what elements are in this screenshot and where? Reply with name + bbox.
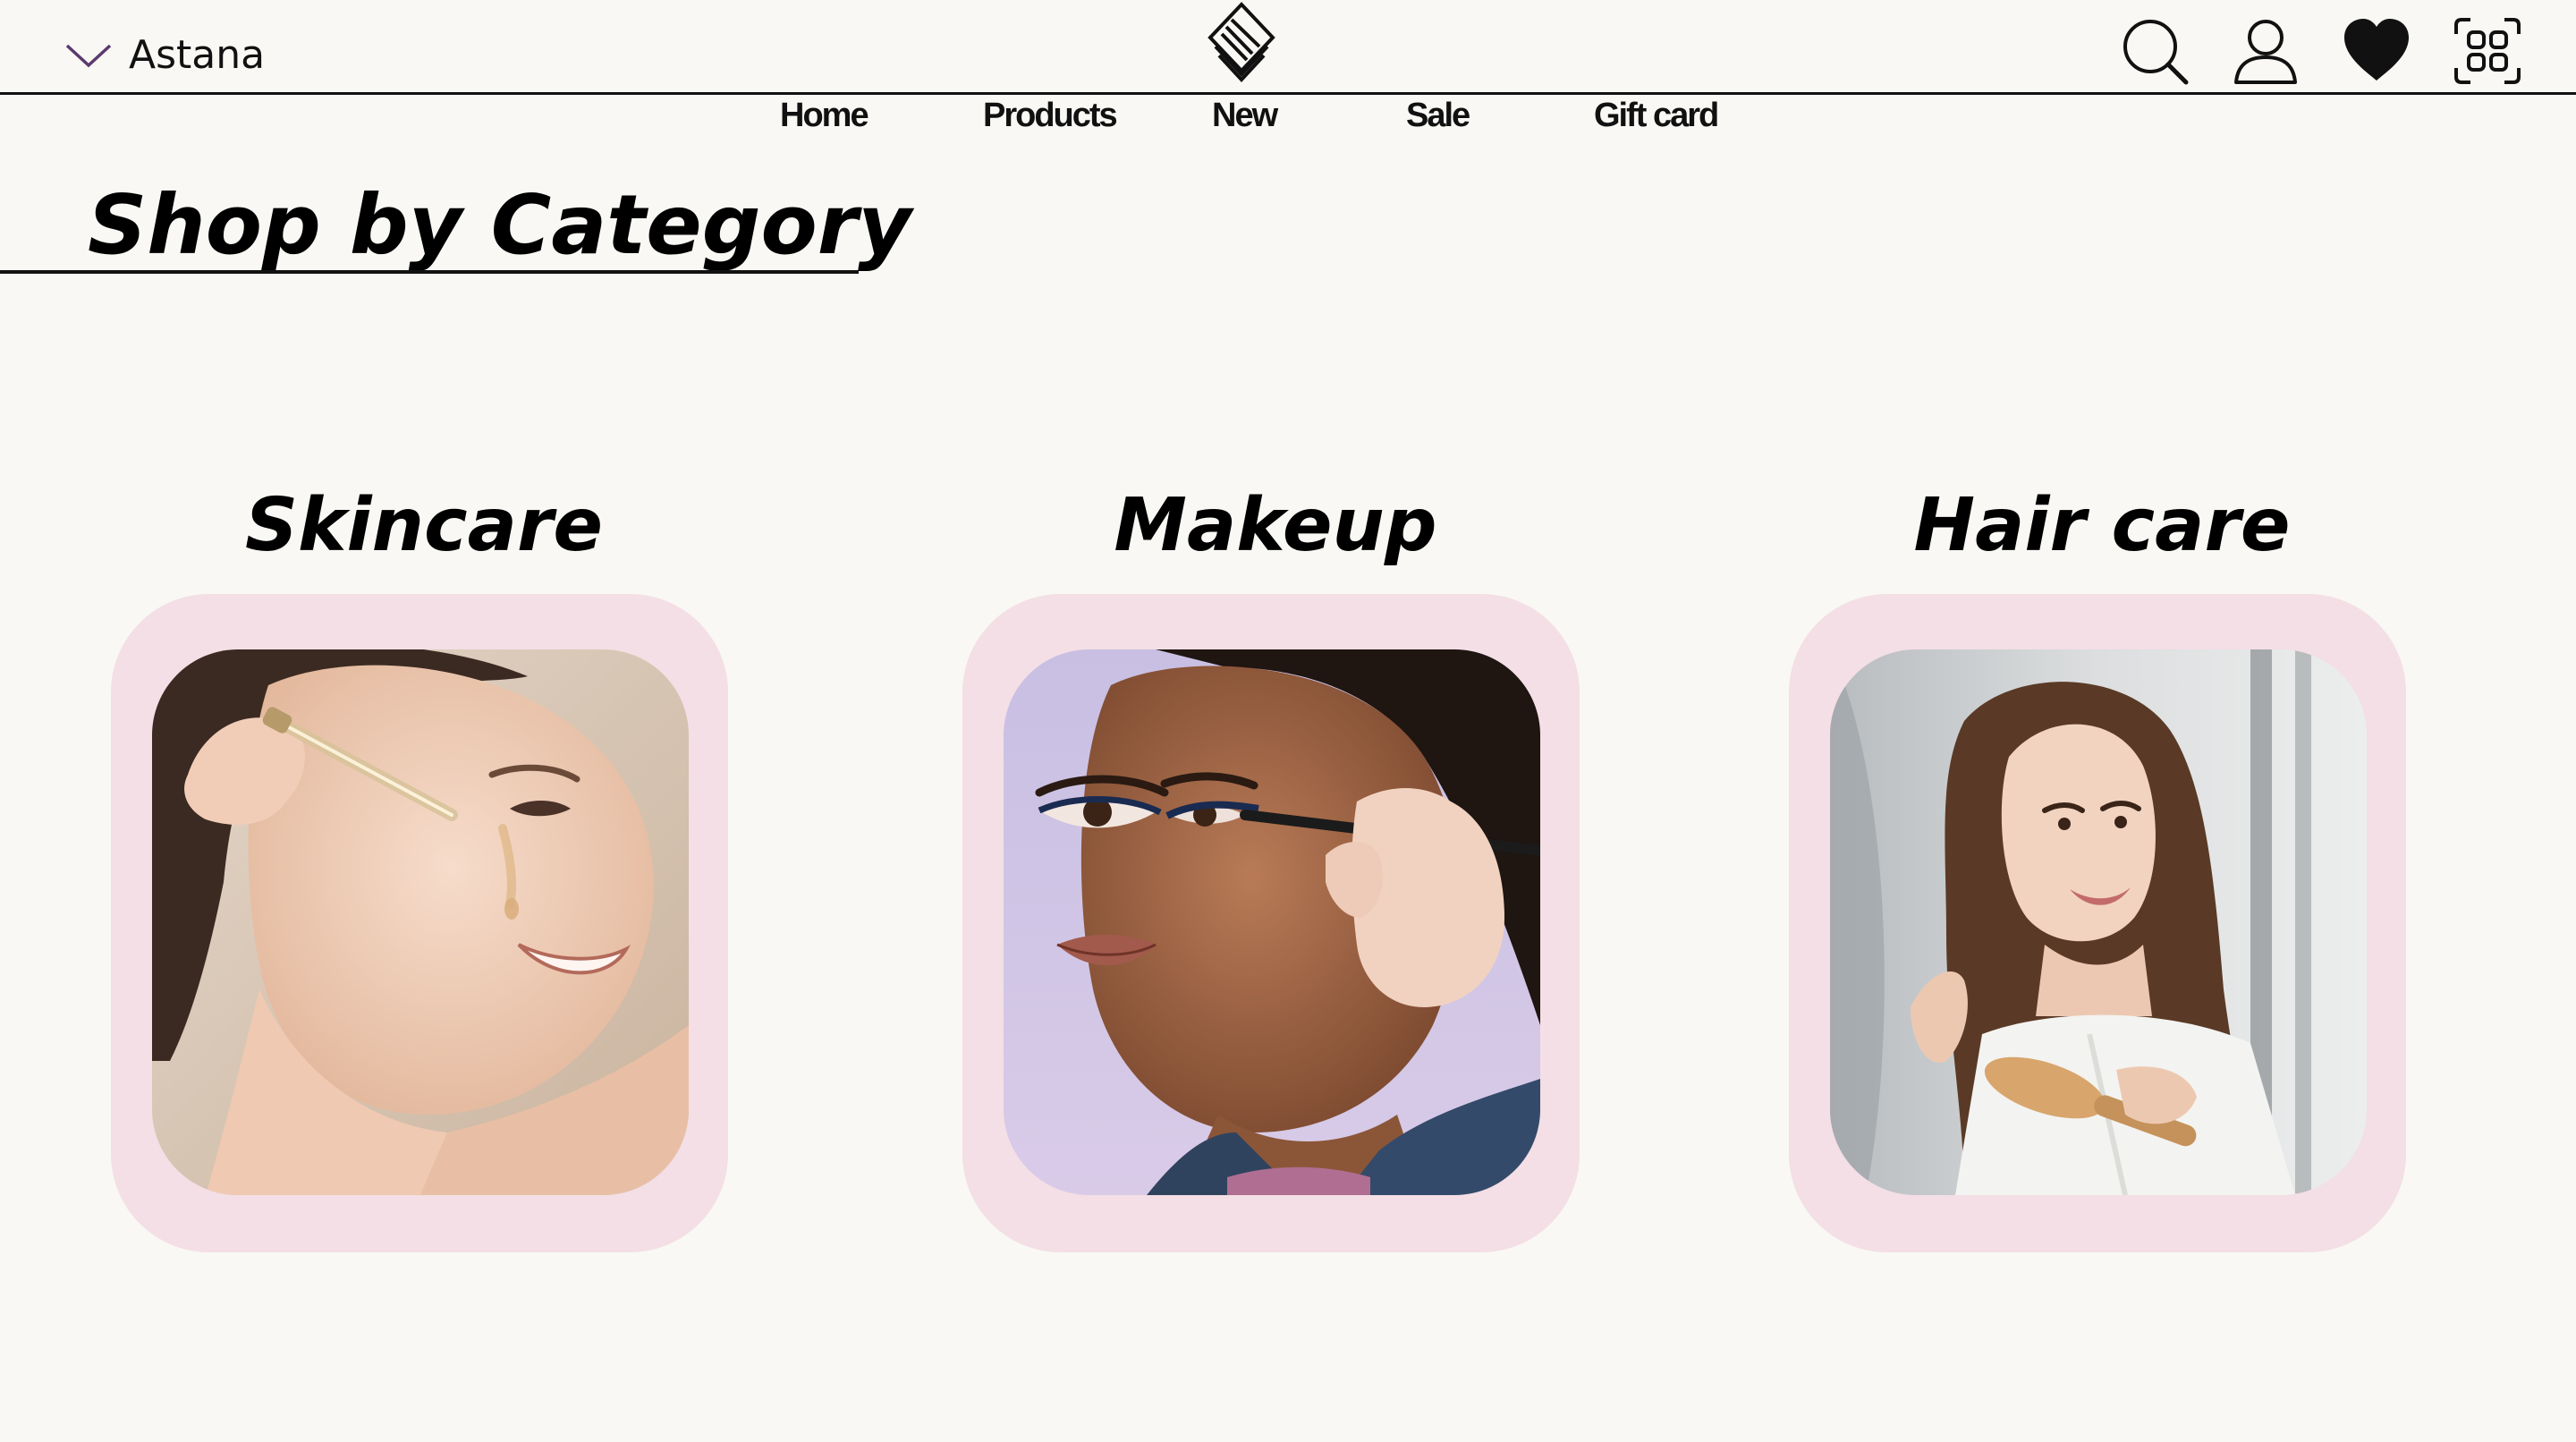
category-card-makeup[interactable]: Makeup (962, 474, 1589, 1261)
category-label[interactable]: Hair care (1789, 474, 2415, 578)
category-image-frame[interactable] (962, 594, 1580, 1252)
nav-gift-card[interactable]: Gift card (1594, 93, 1719, 138)
category-card-hair-care[interactable]: Hair care (1789, 474, 2415, 1261)
category-card-skincare[interactable]: Skincare (111, 474, 737, 1261)
category-image-frame[interactable] (111, 594, 728, 1252)
category-label[interactable]: Skincare (111, 474, 737, 578)
location-selector[interactable]: Astana (64, 32, 265, 79)
hair-care-image[interactable] (1830, 649, 2367, 1195)
user-icon[interactable] (2231, 16, 2301, 86)
search-icon[interactable] (2120, 16, 2190, 86)
header-icons (2120, 16, 2522, 86)
nav-new[interactable]: New (1212, 93, 1278, 138)
heart-icon[interactable] (2342, 16, 2411, 86)
location-name: Astana (129, 32, 266, 78)
section-title: Shop by Category (88, 177, 912, 273)
skincare-image[interactable] (152, 649, 689, 1195)
header-divider (0, 92, 2576, 95)
page: Astana Home Products New Sale Gift card … (0, 0, 2576, 1442)
nav-products[interactable]: Products (983, 93, 1118, 138)
grid-icon[interactable] (2453, 16, 2522, 86)
logo-icon[interactable] (1207, 2, 1276, 88)
title-underline (0, 270, 859, 274)
category-image-frame[interactable] (1789, 594, 2406, 1252)
chevron-down-icon (65, 44, 112, 68)
nav-sale[interactable]: Sale (1406, 93, 1470, 138)
nav-home[interactable]: Home (780, 93, 869, 138)
category-label[interactable]: Makeup (962, 474, 1589, 578)
makeup-image[interactable] (1004, 649, 1540, 1195)
